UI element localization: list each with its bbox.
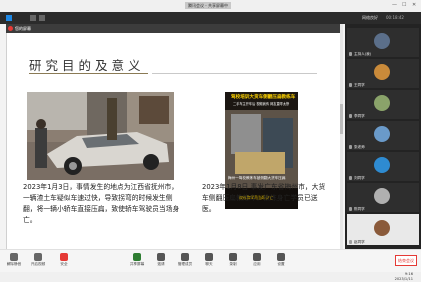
apps-label: 应用 xyxy=(253,262,261,266)
window-title-bar: 腾讯会议 - 共享屏幕中 — ☐ ✕ xyxy=(0,0,421,12)
shield-icon xyxy=(60,253,68,261)
clock: 9:16 2023/1/11 xyxy=(395,272,413,282)
news-headline: 驾校培训大货车侧翻压扁教练车 xyxy=(231,95,296,100)
grid-icon[interactable] xyxy=(39,15,45,21)
participant-tile[interactable]: 陈同学 xyxy=(347,183,419,212)
clock-date: 2023/1/11 xyxy=(394,277,413,281)
news-overlay-text: 梅州一驾校教练车被侧翻大货车压扁 xyxy=(228,176,286,180)
mute-label: 解除静音 xyxy=(6,262,22,266)
title-divider xyxy=(152,73,317,74)
minimize-icon[interactable]: — xyxy=(392,2,397,9)
slide-scrollbar[interactable] xyxy=(340,24,343,249)
avatar xyxy=(374,220,390,236)
avatar xyxy=(374,64,390,80)
participant-tile[interactable]: 刘同学 xyxy=(347,152,419,181)
apps-button[interactable]: 应用 xyxy=(246,253,268,267)
news-subline: 二手车主开车后 视频疯传 网友直呼太惨 xyxy=(233,102,290,106)
layout-icon[interactable] xyxy=(30,15,36,21)
record-label: 录制 xyxy=(229,262,237,266)
scrollbar-thumb[interactable] xyxy=(340,104,343,134)
maximize-icon[interactable]: ☐ xyxy=(402,2,406,9)
settings-button[interactable]: 设置 xyxy=(270,253,292,267)
avatar xyxy=(374,188,390,204)
avatar xyxy=(374,33,390,49)
mic-icon xyxy=(349,145,352,149)
participant-tile[interactable]: 主持人(我) xyxy=(347,28,419,57)
mic-icon xyxy=(349,114,352,118)
accident-photo-left xyxy=(27,92,174,180)
chat-label: 聊天 xyxy=(205,262,213,266)
invite-label: 邀请 xyxy=(157,262,165,266)
network-status: 网络良好 xyxy=(362,15,378,20)
record-button[interactable]: 录制 xyxy=(222,253,244,267)
slide-title: 研究目的及意义 xyxy=(29,58,145,73)
participant-name: 李同学 xyxy=(354,114,365,118)
mic-icon xyxy=(10,253,18,261)
manage-members-button[interactable]: 管理成员 xyxy=(174,253,196,267)
manage-members-label: 管理成员 xyxy=(177,262,193,266)
apps-icon xyxy=(253,253,261,261)
camera-icon xyxy=(34,253,42,261)
mic-icon xyxy=(349,52,352,56)
participant-tile[interactable]: 张老师 xyxy=(347,121,419,150)
chat-button[interactable]: 聊天 xyxy=(198,253,220,267)
avatar xyxy=(374,126,390,142)
meeting-duration: 00:18:42 xyxy=(386,15,404,20)
meeting-top-bar: 网络良好 00:18:42 xyxy=(0,12,421,24)
share-screen-icon xyxy=(133,253,141,261)
share-screen-label: 共享屏幕 xyxy=(129,262,145,266)
participant-name: 陈同学 xyxy=(354,207,365,211)
mic-icon xyxy=(349,240,352,244)
mute-button[interactable]: 解除静音 xyxy=(3,253,25,267)
participant-tile[interactable]: 赵同学 xyxy=(347,214,419,245)
video-label: 开启视频 xyxy=(30,262,46,266)
end-meeting-button[interactable]: 结束会议 xyxy=(395,255,417,266)
paragraph-right: 2023年1月8日 事发广东省梅州市，大货车侧翻压扁教练车，教练身亡学员已送医。 xyxy=(202,183,326,213)
avatar xyxy=(374,157,390,173)
clock-time: 9:16 xyxy=(404,272,413,276)
participant-panel: 主持人(我) 王同学 李同学 张老师 刘同学 陈同学 赵同学 xyxy=(345,24,421,249)
participant-name: 赵同学 xyxy=(354,240,365,244)
participant-name: 主持人(我) xyxy=(354,52,372,56)
title-underline xyxy=(29,73,148,74)
share-screen-button[interactable]: 共享屏幕 xyxy=(126,253,148,267)
invite-icon xyxy=(157,253,165,261)
participant-name: 刘同学 xyxy=(354,176,365,180)
settings-icon xyxy=(277,253,285,261)
invite-button[interactable]: 邀请 xyxy=(150,253,172,267)
mic-icon xyxy=(349,207,352,211)
participant-name: 张老师 xyxy=(354,145,365,149)
chat-icon xyxy=(205,253,213,261)
share-status-label: 您的屏幕 xyxy=(15,26,31,31)
mic-icon xyxy=(349,176,352,180)
security-label: 安全 xyxy=(60,262,68,266)
video-button[interactable]: 开启视频 xyxy=(27,253,49,267)
participant-name: 王同学 xyxy=(354,83,365,87)
recording-dot-icon xyxy=(8,26,13,31)
paragraph-left: 2023年1月3日，事情发生的地点为江西省抚州市，一辆渣土车疑似车速过快，导致拐… xyxy=(23,183,180,224)
close-icon[interactable]: ✕ xyxy=(412,2,416,9)
screen: 腾讯会议 - 共享屏幕中 — ☐ ✕ 网络良好 00:18:42 您的屏幕 研究… xyxy=(0,0,421,282)
mic-icon xyxy=(349,83,352,87)
shared-slide: 研究目的及意义 驾校培训大货车侧翻压扁教练车 二手车主开车后 视频疯传 网友直呼… xyxy=(6,33,341,249)
share-status-bar: 您的屏幕 xyxy=(6,24,340,33)
record-icon xyxy=(229,253,237,261)
info-icon[interactable] xyxy=(6,15,12,21)
members-icon xyxy=(181,253,189,261)
system-tray: 9:16 2023/1/11 xyxy=(0,272,421,282)
avatar xyxy=(374,95,390,111)
participant-tile[interactable]: 王同学 xyxy=(347,59,419,88)
settings-label: 设置 xyxy=(277,262,285,266)
window-title: 腾讯会议 - 共享屏幕中 xyxy=(185,2,231,9)
security-button[interactable]: 安全 xyxy=(53,253,75,267)
participant-tile[interactable]: 李同学 xyxy=(347,90,419,119)
